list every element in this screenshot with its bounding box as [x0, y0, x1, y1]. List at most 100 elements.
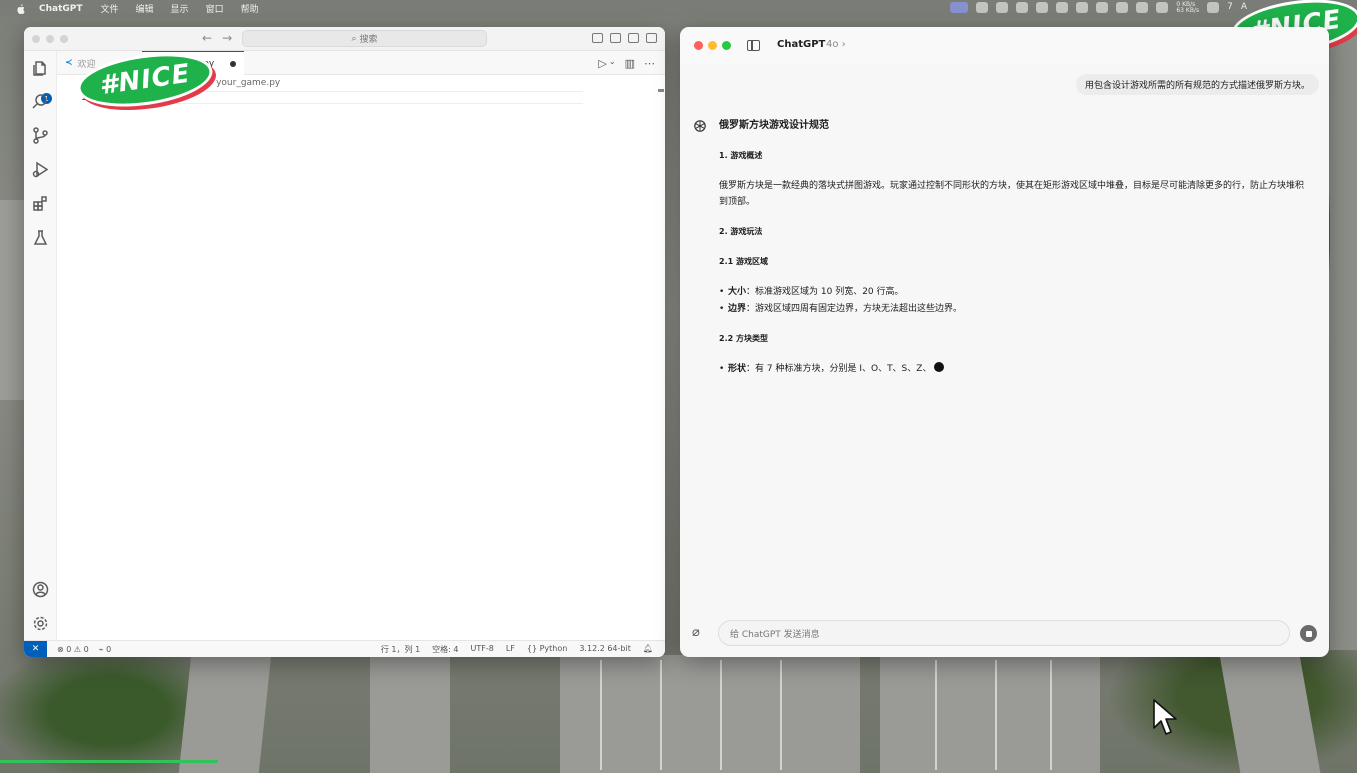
- chatgpt-window: ChatGPT 4o › 用包含设计游戏所需的所有规范的方式描述俄罗斯方块。 俄…: [680, 27, 1329, 657]
- problems-indicator[interactable]: ⊗ 0 ⚠ 0: [57, 645, 89, 654]
- menubar: ChatGPT 文件 编辑 显示 窗口 帮助 0 KB/s 63 KB/s 7 A: [0, 0, 1357, 17]
- forward-arrow-icon[interactable]: →: [222, 31, 232, 45]
- toggle-secondary-sidebar-icon[interactable]: [628, 33, 639, 43]
- toggle-primary-sidebar-icon[interactable]: [592, 33, 603, 43]
- input-method-indicator[interactable]: A: [1241, 2, 1247, 13]
- python-interpreter[interactable]: 3.12.2 64-bit: [579, 644, 631, 655]
- screen-record-icon[interactable]: [950, 2, 969, 13]
- model-selector[interactable]: 4o ›: [826, 39, 846, 50]
- back-arrow-icon[interactable]: ←: [202, 31, 212, 45]
- search-icon[interactable]: [32, 93, 49, 110]
- status-tray: 0 KB/s 63 KB/s 7 A: [950, 1, 1247, 14]
- link-icon[interactable]: [1036, 2, 1049, 13]
- list-item: 边界：游戏区域四周有固定边界，方块无法超出这些边界。: [719, 301, 1304, 317]
- clipboard-icon[interactable]: [1016, 2, 1029, 13]
- block-types-list: 形状：有 7 种标准方块，分别是 I、O、T、S、Z、: [719, 361, 1304, 377]
- vscode-window: ←→ ⌕ 搜索 1 ≺ 欢迎 your_game.py: [24, 27, 665, 657]
- nav-arrows: ← →: [202, 31, 242, 45]
- stop-generating-button[interactable]: [1300, 625, 1317, 642]
- run-debug-icon[interactable]: [32, 161, 49, 178]
- notifications-bell-icon[interactable]: 🔔︎: [643, 644, 653, 655]
- menu-view[interactable]: 显示: [171, 2, 189, 15]
- cursor-position[interactable]: 行 1，列 1: [381, 644, 420, 655]
- source-control-icon[interactable]: [32, 127, 49, 144]
- wechat-count: 7: [1227, 2, 1233, 12]
- menubar-app-name[interactable]: ChatGPT: [39, 4, 83, 14]
- menu-edit[interactable]: 编辑: [136, 2, 154, 15]
- settings-gear-icon[interactable]: [32, 615, 49, 632]
- section-heading-play-area: 2.1 游戏区域: [719, 257, 768, 266]
- breadcrumb-file[interactable]: your_game.py: [216, 78, 280, 88]
- layout-controls: [592, 33, 657, 43]
- toggle-panel-icon[interactable]: [610, 33, 621, 43]
- user-message: 用包含设计游戏所需的所有规范的方式描述俄罗斯方块。: [1075, 74, 1319, 95]
- activity-bar: 1: [24, 51, 57, 641]
- status-right: 行 1，列 1 空格: 4 UTF-8 LF {} Python 3.12.2 …: [381, 644, 665, 655]
- menu-help[interactable]: 帮助: [241, 2, 259, 15]
- section-heading-block-types: 2.2 方块类型: [719, 334, 768, 343]
- list-item: 大小：标准游戏区域为 10 列宽、20 行高。: [719, 284, 1304, 300]
- chatgpt-tray-icon[interactable]: [976, 2, 989, 13]
- menu-file[interactable]: 文件: [101, 2, 119, 15]
- command-center-search[interactable]: ⌕ 搜索: [242, 30, 487, 47]
- run-dropdown-chevron-icon[interactable]: ⌄: [609, 57, 616, 70]
- assistant-response: 俄罗斯方块游戏设计规范 1. 游戏概述 俄罗斯方块是一款经典的落块式拼图游戏。玩…: [719, 118, 1304, 391]
- chatgpt-logo-icon: [694, 120, 706, 132]
- bot-icon[interactable]: [1076, 2, 1089, 13]
- window-minimize-button[interactable]: [708, 41, 717, 50]
- menu-window[interactable]: 窗口: [206, 2, 224, 15]
- search-icon: ⌕: [351, 33, 357, 44]
- more-actions-icon[interactable]: ⋯: [644, 57, 655, 70]
- window-zoom-button[interactable]: [722, 41, 731, 50]
- play-area-list: 大小：标准游戏区域为 10 列宽、20 行高。 边界：游戏区域四周有固定边界，方…: [719, 284, 1304, 317]
- record-icon[interactable]: [996, 2, 1009, 13]
- stop-icon: [1305, 630, 1312, 637]
- extensions-icon[interactable]: [32, 195, 49, 212]
- encoding[interactable]: UTF-8: [470, 644, 493, 655]
- testing-flask-icon[interactable]: [32, 229, 49, 246]
- explorer-icon[interactable]: [32, 60, 49, 77]
- message-composer[interactable]: 给 ChatGPT 发送消息: [718, 620, 1290, 646]
- customize-layout-icon[interactable]: [646, 33, 657, 43]
- unsaved-dot-icon[interactable]: [230, 60, 236, 67]
- network-speed: 0 KB/s 63 KB/s: [1176, 1, 1200, 14]
- chat-app-title[interactable]: ChatGPT: [777, 39, 825, 50]
- response-title: 俄罗斯方块游戏设计规范: [719, 120, 829, 131]
- mouse-pointer-icon: [1153, 699, 1177, 735]
- wifi-icon[interactable]: [1136, 2, 1149, 13]
- run-python-file-icon[interactable]: ▷: [598, 57, 606, 70]
- status-bar: ✕ ⊗ 0 ⚠ 0 ⌁ 0 行 1，列 1 空格: 4 UTF-8 LF {} …: [24, 640, 665, 657]
- apple-logo-icon[interactable]: [16, 3, 25, 14]
- search-placeholder: 搜索: [359, 35, 378, 45]
- language-mode[interactable]: {} Python: [527, 644, 567, 655]
- list-item: 形状：有 7 种标准方块，分别是 I、O、T、S、Z、: [719, 361, 1304, 377]
- bluetooth-icon[interactable]: [1156, 2, 1169, 13]
- chat-header: ChatGPT 4o ›: [680, 27, 1329, 65]
- overview-paragraph: 俄罗斯方块是一款经典的落块式拼图游戏。玩家通过控制不同形状的方块，使其在矩形游戏…: [719, 181, 1305, 207]
- keyboard-icon[interactable]: [1096, 2, 1109, 13]
- vscode-logo-icon: ≺: [65, 58, 73, 68]
- account-icon[interactable]: [32, 581, 49, 598]
- window-close-button[interactable]: [32, 35, 40, 43]
- window-close-button[interactable]: [694, 41, 703, 50]
- code-editor[interactable]: 1: [57, 89, 665, 640]
- battery-icon[interactable]: [1116, 2, 1129, 13]
- wechat-icon[interactable]: [1207, 2, 1220, 13]
- window-zoom-button[interactable]: [60, 35, 68, 43]
- section-heading-gameplay: 2. 游戏玩法: [719, 227, 763, 236]
- indentation[interactable]: 空格: 4: [432, 644, 458, 655]
- end-of-line[interactable]: LF: [506, 644, 515, 655]
- window-minimize-button[interactable]: [46, 35, 54, 43]
- split-editor-icon[interactable]: ▥: [625, 57, 635, 70]
- attach-paperclip-icon[interactable]: ⌀: [692, 625, 700, 640]
- toggle-sidebar-icon[interactable]: [747, 40, 760, 51]
- editor-scrollbar[interactable]: [658, 89, 664, 92]
- editor-actions: ▷ ⌄ ▥ ⋯: [598, 57, 655, 70]
- recording-progress-bar: [0, 760, 218, 763]
- skype-icon[interactable]: [1056, 2, 1069, 13]
- ports-indicator[interactable]: ⌁ 0: [99, 645, 111, 654]
- vscode-titlebar: ← → ⌕ 搜索: [24, 27, 665, 51]
- section-heading-overview: 1. 游戏概述: [719, 151, 763, 160]
- streaming-cursor-dot: [934, 362, 945, 372]
- remote-indicator-icon[interactable]: ✕: [24, 640, 47, 657]
